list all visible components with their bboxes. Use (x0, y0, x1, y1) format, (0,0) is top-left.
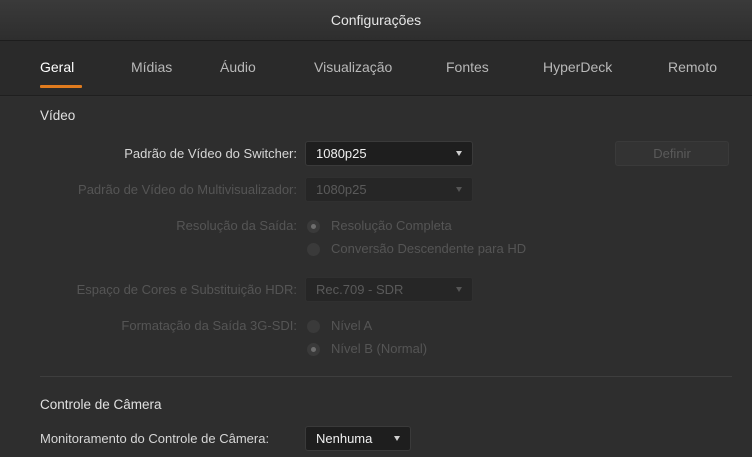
tab-hyperdeck[interactable]: HyperDeck (543, 59, 612, 75)
section-divider (40, 376, 732, 377)
chevron-down-icon (456, 187, 462, 192)
radio-full-resolution-label: Resolução Completa (331, 218, 452, 233)
radio-level-b-label: Nível B (Normal) (331, 341, 428, 356)
tab-remoto[interactable]: Remoto (668, 59, 717, 75)
tab-visualizacao[interactable]: Visualização (314, 59, 392, 75)
radio-level-b[interactable] (307, 343, 320, 356)
radio-level-a[interactable] (307, 320, 320, 333)
radio-full-resolution[interactable] (307, 220, 320, 233)
switcher-standard-label: Padrão de Vídeo do Switcher: (124, 146, 297, 161)
multiview-standard-value: 1080p25 (316, 182, 367, 197)
section-title-video: Vídeo (40, 108, 76, 123)
chevron-down-icon (456, 287, 462, 292)
multiview-standard-label: Padrão de Vídeo do Multivisualizador: (78, 182, 297, 197)
tab-bar: Geral Mídias Áudio Visualização Fontes H… (0, 41, 752, 96)
camera-monitoring-dropdown[interactable]: Nenhuma (305, 426, 411, 451)
color-space-value: Rec.709 - SDR (316, 282, 404, 297)
radio-hd-downconvert[interactable] (307, 243, 320, 256)
window-title: Configurações (330, 12, 422, 28)
camera-monitoring-label: Monitoramento do Controle de Câmera: (40, 431, 270, 446)
color-space-label: Espaço de Cores e Substituição HDR: (76, 282, 297, 297)
switcher-standard-value: 1080p25 (316, 146, 367, 161)
chevron-down-icon (456, 151, 462, 156)
tab-audio[interactable]: Áudio (220, 59, 256, 75)
color-space-dropdown[interactable]: Rec.709 - SDR (305, 277, 473, 302)
chevron-down-icon (394, 436, 400, 441)
sdi-format-label: Formatação da Saída 3G-SDI: (121, 318, 297, 333)
multiview-standard-dropdown[interactable]: 1080p25 (305, 177, 473, 202)
camera-monitoring-value: Nenhuma (316, 431, 373, 446)
settings-window: Configurações Geral Mídias Áudio Visuali… (0, 0, 752, 457)
active-tab-indicator (40, 85, 82, 88)
switcher-standard-dropdown[interactable]: 1080p25 (305, 141, 473, 166)
section-title-camera-control: Controle de Câmera (40, 397, 162, 412)
tab-geral[interactable]: Geral (40, 59, 74, 75)
title-bar: Configurações (0, 0, 752, 41)
tab-fontes[interactable]: Fontes (446, 59, 489, 75)
radio-level-a-label: Nível A (331, 318, 373, 333)
define-button[interactable]: Definir (615, 141, 729, 166)
radio-hd-downconvert-label: Conversão Descendente para HD (331, 241, 527, 256)
tab-midias[interactable]: Mídias (131, 59, 172, 75)
output-resolution-label: Resolução da Saída: (176, 218, 297, 233)
